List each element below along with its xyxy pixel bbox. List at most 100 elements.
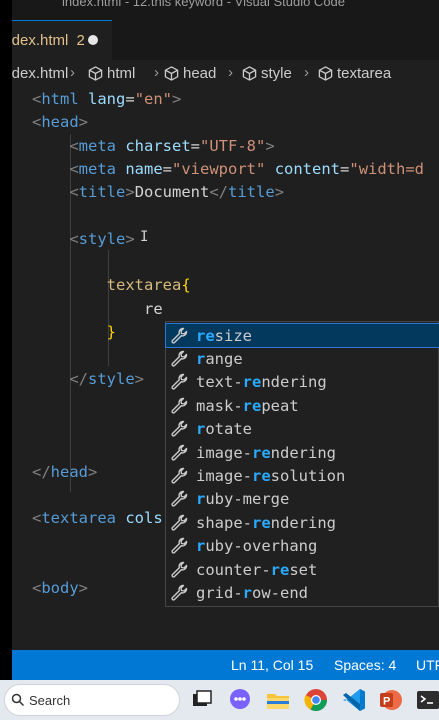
code-token: head	[41, 113, 79, 132]
terminal-icon[interactable]	[414, 686, 439, 714]
status-bar: Ln 11, Col 15 Spaces: 4 UTF	[12, 650, 439, 680]
code-token: textarea	[106, 276, 182, 295]
chat-icon[interactable]	[226, 686, 254, 714]
wrench-icon	[171, 350, 188, 367]
cursor-position[interactable]: Ln 11, Col 15	[231, 657, 313, 673]
suggestion-item[interactable]: range	[166, 347, 439, 370]
suggestion-label: mask-repeat	[196, 396, 299, 415]
suggestion-label: range	[196, 350, 243, 369]
wrench-icon	[171, 444, 188, 461]
code-token: <	[69, 136, 79, 155]
code-token: =	[340, 159, 350, 178]
code-token: =	[162, 159, 173, 178]
breadcrumb-item-html[interactable]: html	[88, 65, 135, 82]
code-token: }	[106, 323, 116, 341]
suggestion-widget[interactable]: resize range text-rendering mask-repeat rota…	[165, 321, 439, 607]
suggestion-item[interactable]: image-rendering	[166, 441, 439, 464]
breadcrumb-item-style[interactable]: style	[242, 65, 292, 82]
suggestion-item[interactable]: mask-repeat	[166, 394, 439, 417]
suggestion-label: image-resolution	[196, 467, 346, 486]
suggestion-item[interactable]: text-rendering	[166, 371, 439, 394]
suggestion-item[interactable]: image-resolution	[166, 464, 439, 487]
code-token: Document	[134, 183, 210, 202]
powerpoint-icon[interactable]: P	[377, 686, 405, 714]
code-token: name	[125, 159, 163, 178]
code-token: =	[125, 90, 135, 108]
code-token: html	[41, 90, 79, 108]
suggestion-item[interactable]: rotate	[166, 418, 439, 441]
wrench-icon	[171, 491, 188, 508]
code-token: >	[78, 579, 89, 598]
code-token: >	[88, 462, 98, 481]
unsaved-dot-icon[interactable]	[88, 35, 98, 45]
code-token: </	[69, 369, 88, 388]
code-token: </	[209, 183, 229, 202]
taskbar-search[interactable]: Search	[4, 684, 180, 716]
title-bar: index.html - 12.this keyword - Visual St…	[12, 0, 439, 20]
suggestion-item[interactable]: ruby-merge	[166, 488, 439, 511]
breadcrumb-item-textarea[interactable]: textarea	[318, 65, 391, 82]
breadcrumb-file[interactable]: index.html	[12, 65, 68, 82]
task-view-icon[interactable]	[188, 686, 216, 714]
code-token: textarea	[41, 509, 116, 528]
svg-text:P: P	[383, 696, 390, 708]
tab-index-html[interactable]: index.html 2	[12, 20, 112, 60]
suggestion-label: counter-reset	[196, 560, 318, 579]
code-token: re	[32, 299, 163, 318]
code-token: meta	[78, 136, 116, 155]
code-token: =	[190, 136, 201, 155]
code-token: <	[32, 579, 42, 598]
code-token: cols	[125, 509, 163, 528]
wrench-icon	[171, 421, 188, 437]
code-token: >	[274, 183, 285, 202]
code-token: <	[69, 159, 79, 178]
chevron-right-icon: ›	[70, 64, 75, 81]
suggestion-item[interactable]: ruby-overhang	[166, 535, 439, 558]
indentation[interactable]: Spaces: 4	[334, 657, 396, 673]
code-token: title	[78, 183, 126, 202]
wrench-icon	[171, 397, 188, 414]
symbol-element-icon	[88, 66, 103, 81]
suggestion-item[interactable]: grid-row-end	[166, 581, 439, 604]
wrench-icon	[171, 514, 188, 531]
suggestion-item[interactable]: resize	[165, 322, 439, 349]
code-token: "en"	[134, 90, 173, 108]
code-token: >	[78, 113, 89, 132]
code-line: </head>	[32, 461, 97, 484]
code-token: >	[125, 183, 135, 202]
file-explorer-icon[interactable]	[264, 686, 292, 714]
breadcrumb-item-head[interactable]: head	[164, 65, 216, 82]
encoding[interactable]: UTF	[416, 657, 439, 673]
code-line: textarea{	[32, 274, 191, 297]
code-token: body	[41, 579, 79, 598]
wrench-icon	[171, 467, 188, 484]
tab-label: index.html	[12, 32, 69, 49]
code-line: <title>Document</title>	[32, 181, 284, 204]
suggestion-item[interactable]: shape-rendering	[166, 511, 439, 534]
code-line: <textarea cols	[32, 507, 163, 530]
code-line: <head>	[32, 111, 88, 134]
suggestion-label: image-rendering	[196, 443, 336, 462]
vscode-icon[interactable]	[340, 686, 368, 714]
code-line: <meta name="viewport" content="width=d	[32, 158, 424, 181]
wrench-icon	[171, 538, 188, 554]
suggestion-label: shape-rendering	[196, 513, 336, 532]
chrome-icon[interactable]	[302, 686, 330, 714]
wrench-icon	[171, 327, 188, 344]
taskbar: Search P	[0, 680, 439, 720]
code-token: "UTF-8"	[200, 136, 266, 155]
code-token: head	[50, 462, 88, 481]
suggestion-item[interactable]: counter-reset	[166, 558, 439, 581]
code-token: >	[265, 136, 275, 155]
symbol-element-icon	[318, 66, 333, 81]
chevron-right-icon: ›	[228, 64, 233, 81]
code-token: >	[125, 229, 135, 248]
code-token: <	[69, 183, 79, 202]
